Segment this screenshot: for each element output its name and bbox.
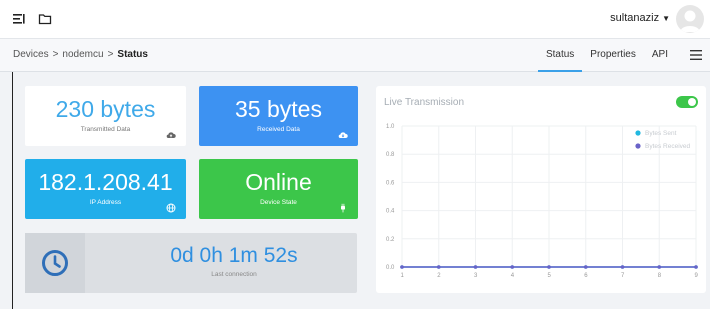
breadcrumb-nodemcu[interactable]: nodemcu [62, 49, 103, 60]
tab-bar: Status Properties API [537, 39, 676, 72]
y-tick-label: 0.8 [386, 152, 395, 158]
folder-icon[interactable] [38, 12, 52, 26]
clock-icon-box [25, 233, 85, 293]
menu-toggle-icon[interactable] [12, 12, 26, 26]
transmitted-data-label: Transmitted Data [80, 126, 131, 133]
y-tick-label: 1.0 [386, 124, 395, 130]
last-connection-value: 0d 0h 1m 52s [170, 244, 298, 267]
received-data-tile: 35 bytes Received Data [199, 86, 358, 146]
subheader: Devices > nodemcu > Status Status Proper… [0, 39, 710, 72]
cloud-upload-icon [166, 132, 176, 139]
avatar[interactable] [676, 5, 704, 33]
hamburger-menu-icon[interactable] [690, 50, 702, 60]
data-point [657, 265, 662, 269]
last-connection-label: Last connection [211, 271, 257, 278]
device-state-label: Device State [260, 199, 297, 206]
data-point [547, 265, 551, 269]
transmitted-data-value: 230 bytes [55, 96, 156, 122]
transmission-chart: 0.0 0.2 0.4 0.6 0.8 1.0 1 2 3 4 5 6 7 8 9 Bytes Sent Byt… [386, 124, 699, 279]
username-label: sultanaziz [610, 12, 660, 24]
breadcrumb-separator: > [107, 49, 114, 60]
x-tick-label: 4 [511, 273, 515, 279]
y-tick-label: 0.6 [386, 180, 395, 186]
last-connection-tile: 0d 0h 1m 52s Last connection [25, 233, 357, 293]
x-tick-label: 2 [437, 273, 441, 279]
ip-address-tile: 182.1.208.41 IP Address [25, 159, 186, 219]
sidebar-divider [12, 72, 13, 309]
top-navbar: sultanaziz ▼ [0, 0, 710, 39]
data-point [510, 265, 515, 269]
globe-icon [166, 203, 176, 213]
legend-swatch [635, 143, 641, 149]
legend-label: Bytes Sent [645, 130, 677, 137]
transmitted-data-tile: 230 bytes Transmitted Data [25, 86, 186, 146]
data-point [694, 265, 698, 269]
x-tick-label: 5 [548, 273, 552, 279]
tab-api[interactable]: API [644, 39, 676, 72]
y-tick-label: 0.0 [386, 265, 395, 271]
device-state-value: Online [245, 169, 312, 195]
plug-icon [341, 203, 345, 213]
breadcrumb-devices[interactable]: Devices [13, 49, 49, 60]
x-tick-label: 3 [474, 273, 478, 279]
breadcrumb-separator: > [52, 49, 59, 60]
breadcrumb: Devices > nodemcu > Status [13, 49, 148, 60]
y-tick-label: 0.4 [386, 209, 395, 215]
received-data-label: Received Data [257, 126, 300, 133]
chevron-down-icon: ▼ [662, 13, 670, 23]
data-point [400, 265, 404, 269]
cloud-download-icon [338, 132, 348, 139]
x-tick-label: 9 [695, 273, 699, 279]
received-data-value: 35 bytes [235, 96, 322, 122]
user-menu[interactable]: sultanaziz ▼ [610, 12, 670, 24]
data-point [473, 265, 478, 269]
tab-status[interactable]: Status [537, 39, 583, 72]
ip-address-label: IP Address [89, 199, 122, 206]
y-tick-label: 0.2 [386, 237, 395, 243]
tab-properties[interactable]: Properties [582, 39, 644, 72]
device-state-tile: Online Device State [199, 159, 358, 219]
legend-swatch [635, 130, 641, 136]
x-tick-label: 8 [658, 273, 662, 279]
x-tick-label: 7 [621, 273, 625, 279]
data-point [583, 265, 588, 269]
data-point [436, 265, 441, 269]
breadcrumb-current: Status [117, 49, 148, 60]
live-transmission-card: Live Transmission 0.0 0.2 0.4 0.6 0.8 1.0 1 2 3 4… [376, 86, 706, 293]
x-tick-label: 6 [584, 273, 588, 279]
data-point [620, 265, 625, 269]
ip-address-value: 182.1.208.41 [38, 169, 173, 195]
x-tick-label: 1 [401, 273, 405, 279]
user-silhouette-icon [680, 10, 700, 32]
legend-label: Bytes Received [645, 143, 691, 150]
clock-icon [42, 250, 68, 276]
